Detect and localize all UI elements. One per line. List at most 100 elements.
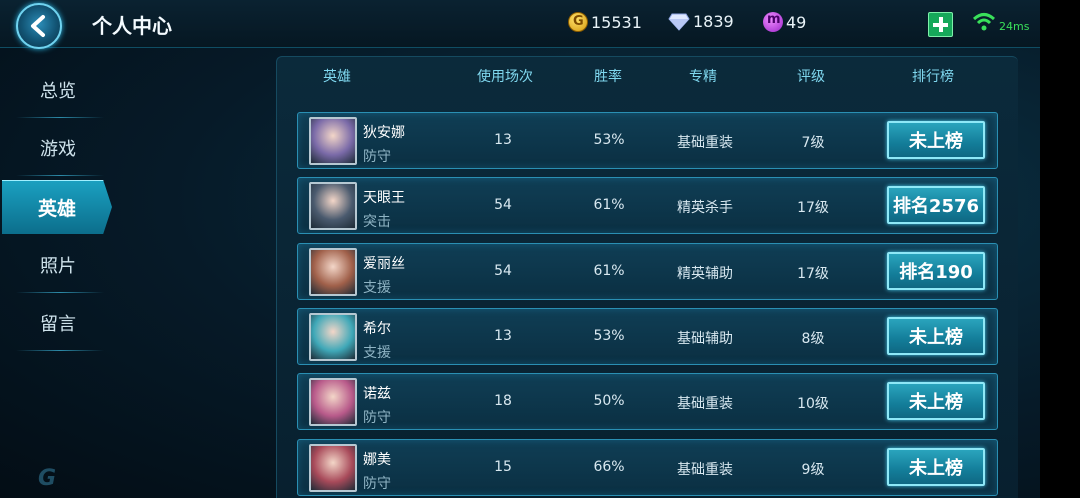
leaderboard-button[interactable]: 排名2576 <box>887 186 985 224</box>
table-row[interactable]: 娜美防守 15 66% 基础重装 9级 未上榜 <box>297 439 998 496</box>
leaderboard-button[interactable]: 排名190 <box>887 252 985 290</box>
hero-role: 防守 <box>363 410 391 426</box>
hero-name: 诺兹 <box>363 386 391 402</box>
column-header-hero: 英雄 <box>323 69 351 85</box>
page-title: 个人中心 <box>92 14 172 38</box>
leaderboard-label: 排名190 <box>899 262 973 283</box>
hero-name: 狄安娜 <box>363 125 405 141</box>
games-played: 54 <box>494 197 512 213</box>
column-header-grade: 评级 <box>797 69 825 85</box>
sidebar: 总览 游戏 英雄 照片 留言 <box>0 48 118 498</box>
win-rate: 53% <box>593 328 625 344</box>
grade: 9级 <box>801 462 825 478</box>
hero-portrait <box>309 248 357 296</box>
hero-name: 爱丽丝 <box>363 256 405 272</box>
games-played: 15 <box>494 459 512 475</box>
grade: 17级 <box>797 266 829 282</box>
specialty: 基础重装 <box>677 462 733 478</box>
ping-value: 24ms <box>999 20 1030 33</box>
wifi-icon <box>972 13 996 31</box>
sidebar-item-label: 游戏 <box>40 139 76 160</box>
win-rate: 61% <box>593 197 625 213</box>
grade: 7级 <box>801 135 825 151</box>
games-played: 13 <box>494 328 512 344</box>
sidebar-item-label: 总览 <box>40 81 76 102</box>
sidebar-item-label: 照片 <box>40 256 76 277</box>
table-row[interactable]: 天眼王突击 54 61% 精英杀手 17级 排名2576 <box>297 177 998 234</box>
divider <box>16 175 104 176</box>
specialty: 基础重装 <box>677 396 733 412</box>
column-header-specialty: 专精 <box>689 69 717 85</box>
win-rate: 66% <box>593 459 625 475</box>
gold-coin-icon <box>568 12 588 32</box>
table-header: 英雄 使用场次 胜率 专精 评级 排行榜 <box>276 66 1018 92</box>
sidebar-item-heroes[interactable]: 英雄 <box>2 180 112 234</box>
specialty: 基础辅助 <box>677 331 733 347</box>
points-orb-icon <box>763 12 783 32</box>
leaderboard-label: 排名2576 <box>892 196 980 217</box>
sidebar-item-photos[interactable]: 照片 <box>10 237 106 293</box>
table-row[interactable]: 爱丽丝 支援 54 61% 精英辅助 17级 排名190 <box>297 243 998 300</box>
win-rate: 50% <box>593 393 625 409</box>
screen-edge <box>1040 0 1080 498</box>
specialty: 精英杀手 <box>677 200 733 216</box>
leaderboard-button[interactable]: 未上榜 <box>887 448 985 486</box>
top-bar: 个人中心 15531 1839 49 24ms <box>0 0 1040 49</box>
hero-role: 支援 <box>363 345 391 361</box>
sidebar-item-label: 留言 <box>40 314 76 335</box>
gold-balance: 15531 <box>568 12 642 32</box>
hero-name: 天眼王 <box>363 190 405 206</box>
table-row[interactable]: 诺兹防守 18 50% 基础重装 10级 未上榜 <box>297 373 998 430</box>
divider <box>16 117 104 118</box>
sidebar-item-games[interactable]: 游戏 <box>10 120 106 176</box>
divider <box>16 292 104 293</box>
leaderboard-label: 未上榜 <box>909 327 963 348</box>
sidebar-item-overview[interactable]: 总览 <box>10 62 106 118</box>
specialty: 基础重装 <box>677 135 733 151</box>
grade: 8级 <box>801 331 825 347</box>
leaderboard-label: 未上榜 <box>909 458 963 479</box>
arrow-left-icon <box>31 15 45 37</box>
hero-portrait <box>309 117 357 165</box>
app-root: 个人中心 15531 1839 49 24ms 总览 <box>0 0 1080 498</box>
hero-portrait <box>309 313 357 361</box>
grade: 17级 <box>797 200 829 216</box>
diamond-amount: 1839 <box>693 12 734 31</box>
hero-portrait <box>309 378 357 426</box>
points-amount: 49 <box>786 12 807 32</box>
sidebar-item-label: 英雄 <box>37 198 76 220</box>
win-rate: 61% <box>593 263 625 279</box>
grade: 10级 <box>797 396 829 412</box>
diamond-balance: 1839 <box>668 12 734 31</box>
hero-role: 防守 <box>363 476 391 492</box>
sidebar-item-messages[interactable]: 留言 <box>10 295 106 351</box>
column-header-games: 使用场次 <box>477 69 533 85</box>
leaderboard-button[interactable]: 未上榜 <box>887 317 985 355</box>
back-button[interactable] <box>16 3 62 49</box>
leaderboard-button[interactable]: 未上榜 <box>887 121 985 159</box>
leaderboard-label: 未上榜 <box>909 131 963 152</box>
hero-portrait <box>309 182 357 230</box>
column-header-winrate: 胜率 <box>594 69 622 85</box>
win-rate: 53% <box>593 132 625 148</box>
hero-role: 支援 <box>363 280 391 296</box>
hero-name: 希尔 <box>363 321 391 337</box>
game-logo-icon: G <box>38 466 57 491</box>
leaderboard-button[interactable]: 未上榜 <box>887 382 985 420</box>
table-row[interactable]: 狄安娜防守 13 53% 基础重装 7级 未上榜 <box>297 112 998 169</box>
column-header-leaderboard: 排行榜 <box>912 69 954 85</box>
games-played: 18 <box>494 393 512 409</box>
hero-name: 娜美 <box>363 452 391 468</box>
diamond-icon <box>668 13 690 31</box>
specialty: 精英辅助 <box>677 266 733 282</box>
hero-role: 防守 <box>363 149 391 165</box>
games-played: 13 <box>494 132 512 148</box>
hero-portrait <box>309 444 357 492</box>
table-row[interactable]: 希尔支援 13 53% 基础辅助 8级 未上榜 <box>297 308 998 365</box>
divider <box>16 350 104 351</box>
points-balance: 49 <box>763 12 806 32</box>
leaderboard-label: 未上榜 <box>909 392 963 413</box>
add-button[interactable] <box>928 12 953 37</box>
gold-amount: 15531 <box>591 12 642 32</box>
hero-role: 突击 <box>363 214 391 230</box>
